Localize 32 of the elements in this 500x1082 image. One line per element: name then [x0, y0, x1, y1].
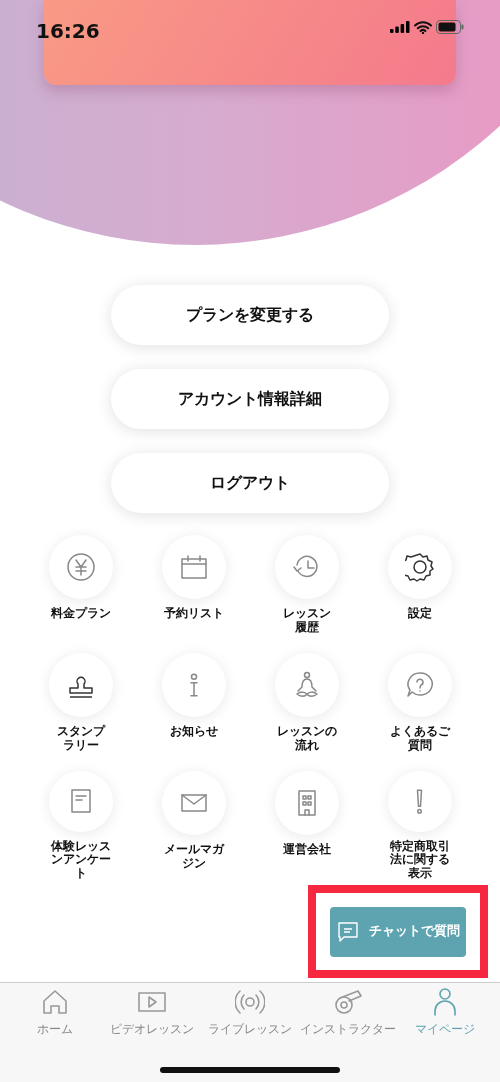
wifi-icon [414, 20, 432, 34]
tab[interactable]: ホーム [6, 987, 104, 1038]
menu-label[interactable]: メールマガジン [163, 843, 224, 871]
status-time: 16:26 [36, 18, 100, 45]
calendar-icon [178, 552, 209, 582]
menu-label[interactable]: 設定 [389, 607, 450, 621]
menu-label[interactable]: 特定商取引法に関する表示 [389, 839, 450, 881]
question-icon [404, 670, 435, 700]
menu-label[interactable]: レッスン履歴 [282, 607, 331, 635]
chat-icon [336, 920, 359, 943]
tab[interactable]: インストラクター [298, 987, 397, 1038]
battery-icon [436, 20, 464, 34]
exclamation-icon [416, 788, 423, 814]
menu-label[interactable]: レッスンの流れ [276, 725, 337, 753]
whistle-icon [332, 987, 363, 1017]
yen-icon [65, 552, 96, 582]
menu-label[interactable]: お知らせ [163, 725, 224, 739]
menu-label[interactable]: 料金プラン [50, 607, 111, 621]
menu-button[interactable]: アカウント情報詳細 [111, 369, 389, 429]
signal-icon [390, 21, 410, 33]
broadcast-icon [235, 987, 265, 1017]
menu-label[interactable]: スタンプラリー [56, 725, 105, 753]
menu-button[interactable]: ログアウト [111, 453, 389, 513]
menu-label[interactable]: 運営会社 [276, 843, 337, 857]
menu-label[interactable]: よくあるご質問 [389, 725, 450, 753]
settings-icon [404, 552, 435, 582]
menu-label[interactable]: 体験レッスンアンケート [50, 839, 111, 881]
tab[interactable]: ビデオレッスン [103, 987, 202, 1038]
menu-label[interactable]: 予約リスト [163, 607, 224, 621]
info-icon [189, 673, 198, 697]
menu-button[interactable]: プランを変更する [111, 285, 389, 345]
tab[interactable]: ライブレッスン [201, 987, 299, 1038]
